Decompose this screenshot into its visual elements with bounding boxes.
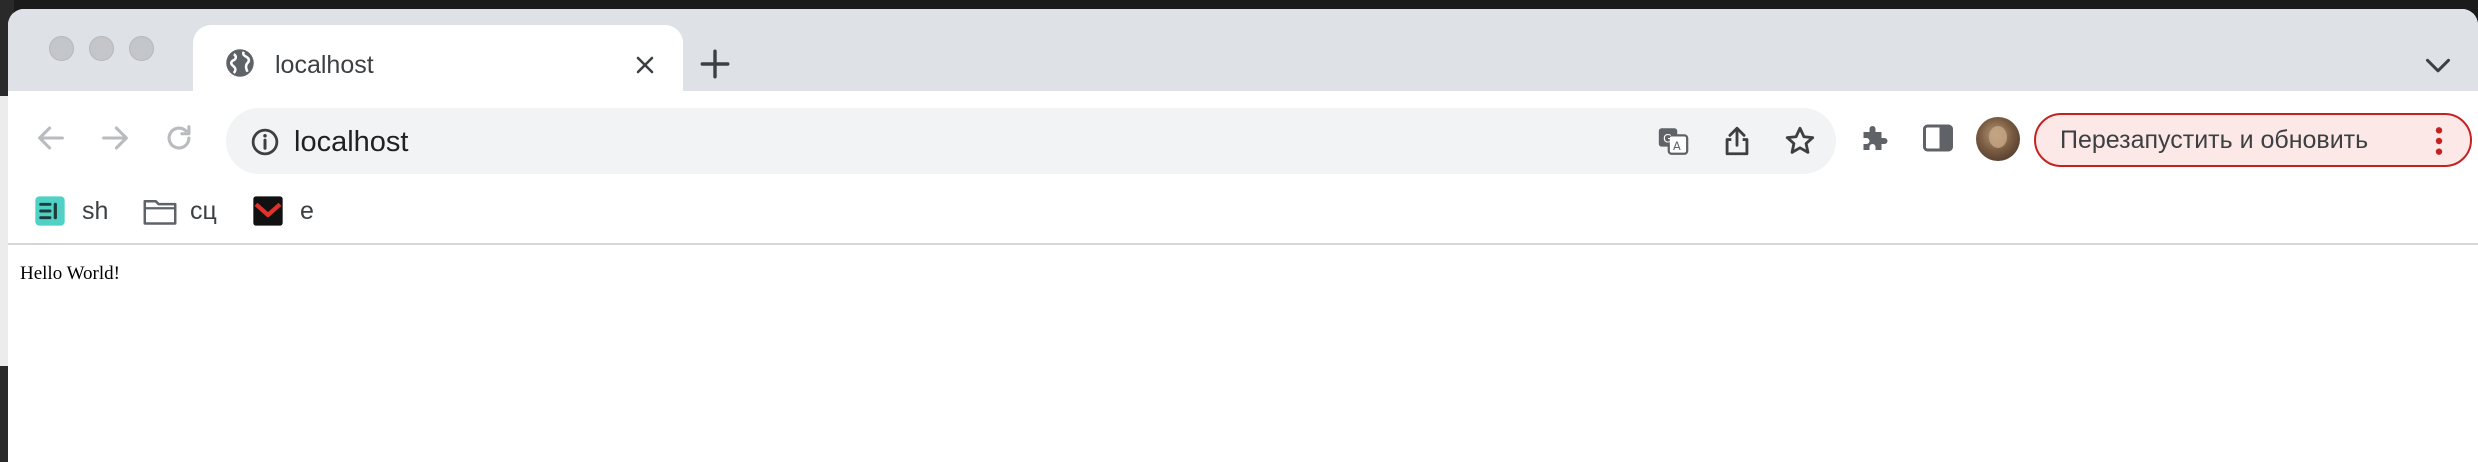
globe-icon: [226, 49, 254, 77]
more-menu-icon[interactable]: [2432, 125, 2446, 157]
bookmark-label: sh: [82, 197, 109, 225]
extensions-puzzle-icon[interactable]: [1856, 120, 1892, 156]
maximize-window-button[interactable]: [129, 36, 154, 61]
minimize-window-button[interactable]: [89, 36, 114, 61]
chevron-down-icon[interactable]: [2424, 53, 2452, 77]
new-tab-icon[interactable]: [698, 47, 732, 81]
bookmarks-bar: sh сц e: [8, 179, 2478, 245]
page-content: Hello World!: [8, 245, 2478, 462]
bookmark-label: e: [300, 197, 314, 225]
page-text: Hello World!: [20, 263, 120, 284]
back-arrow-icon[interactable]: [34, 121, 68, 155]
address-bar[interactable]: localhost G A: [226, 108, 1836, 174]
svg-text:G: G: [1663, 131, 1672, 145]
share-icon[interactable]: [1720, 124, 1754, 158]
svg-text:A: A: [1673, 139, 1681, 153]
reload-icon[interactable]: [162, 121, 196, 155]
close-tab-icon[interactable]: [633, 53, 657, 77]
sh-app-icon: [35, 196, 65, 226]
mail-icon: [253, 196, 283, 226]
bookmark-sh[interactable]: sh: [34, 195, 130, 227]
bookmark-e[interactable]: e: [252, 195, 332, 227]
browser-window: localhost localhost G A Перезапустить и …: [8, 9, 2478, 462]
profile-avatar[interactable]: [1976, 117, 2020, 161]
tab-title: localhost: [275, 51, 374, 79]
tab-strip: localhost: [8, 9, 2478, 91]
bookmark-star-icon[interactable]: [1783, 124, 1817, 158]
close-window-button[interactable]: [49, 36, 74, 61]
forward-arrow-icon[interactable]: [98, 121, 132, 155]
tab-localhost[interactable]: localhost: [193, 25, 683, 91]
side-panel-icon[interactable]: [1920, 120, 1956, 156]
folder-icon: [143, 200, 177, 225]
translate-icon[interactable]: G A: [1656, 124, 1690, 158]
bookmark-label: сц: [190, 197, 217, 225]
url-text[interactable]: localhost: [294, 126, 408, 159]
toolbar: localhost G A Перезапустить и обновить: [8, 91, 2478, 179]
bookmark-folder[interactable]: сц: [142, 195, 242, 227]
relaunch-update-label: Перезапустить и обновить: [2060, 126, 2369, 154]
avatar-face: [1989, 126, 2007, 148]
site-info-icon[interactable]: [250, 127, 280, 157]
relaunch-update-button[interactable]: Перезапустить и обновить: [2034, 113, 2472, 167]
